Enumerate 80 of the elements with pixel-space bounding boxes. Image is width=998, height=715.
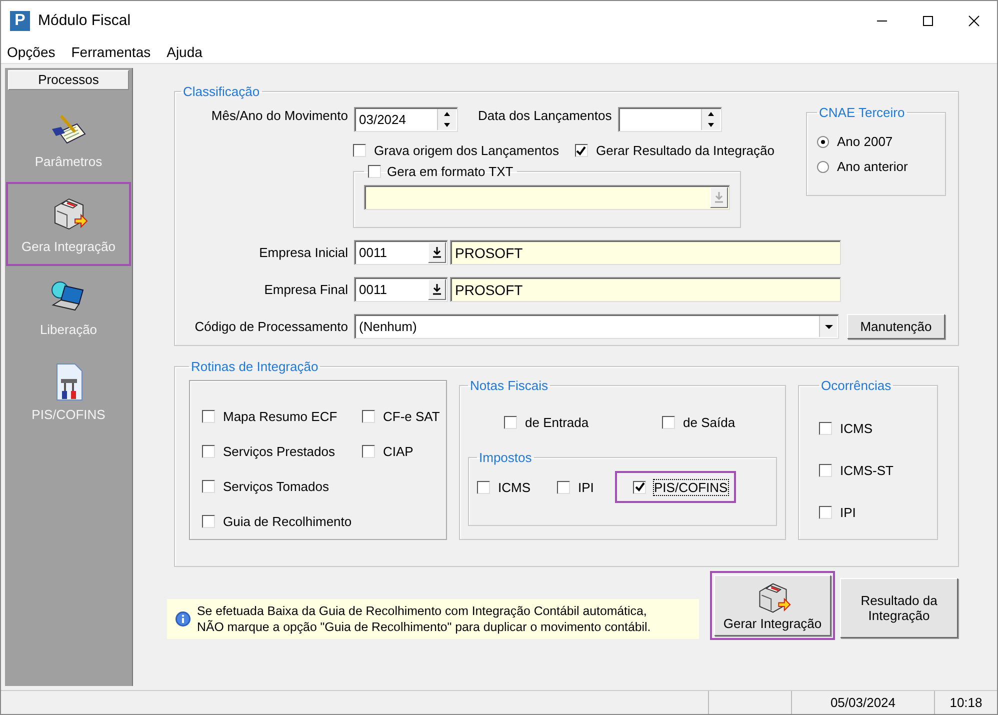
checkbox[interactable] — [368, 165, 381, 178]
checkbox[interactable] — [574, 144, 588, 157]
checkbox[interactable] — [819, 422, 832, 434]
group-title: Ocorrências — [820, 378, 892, 393]
checkbox-label: Gera em formato TXT — [387, 164, 514, 179]
generate-integration-button[interactable]: Gerar Integração — [714, 575, 831, 636]
integration-result-button[interactable]: Resultado da Integração — [840, 578, 958, 638]
checkbox[interactable] — [362, 445, 375, 458]
info-icon — [175, 610, 191, 626]
spin-up-icon[interactable] — [708, 112, 714, 116]
checkbox-label: ICMS-ST — [840, 462, 894, 478]
checkbox[interactable] — [477, 480, 490, 494]
checkbox-label: ICMS — [840, 420, 872, 436]
processing-code-dropdown[interactable]: (Nenhum) — [354, 314, 839, 339]
company-code-field[interactable]: 0011 — [354, 277, 448, 302]
window-title: Módulo Fiscal — [38, 12, 131, 29]
spin-up-icon[interactable] — [444, 112, 450, 116]
checkbox[interactable] — [819, 506, 832, 518]
checkbox-label: Serviços Prestados — [223, 444, 335, 459]
checkbox-label: de Saída — [683, 415, 736, 430]
checkbox-label: Serviços Tomados — [223, 479, 329, 494]
checkbox[interactable] — [353, 144, 366, 157]
checkbox[interactable] — [202, 445, 215, 458]
menu-item[interactable]: Ferramentas — [71, 44, 151, 60]
company-name-field: PROSOFT — [450, 240, 841, 265]
sidebar-header: Processos — [8, 70, 129, 90]
checkbox[interactable] — [819, 464, 832, 476]
checkbox-label: Guia de Recolhimento — [223, 514, 352, 529]
checkbox-label: CF-e SAT — [383, 409, 440, 424]
checkbox-label: de Entrada — [525, 415, 589, 430]
checkbox[interactable] — [504, 416, 517, 429]
checkbox-label: Gerar Resultado da Integração — [596, 143, 774, 158]
checkbox-label: Mapa Resumo ECF — [223, 409, 338, 424]
maximize-icon[interactable] — [922, 14, 934, 26]
maintenance-button[interactable]: Manutenção — [847, 314, 945, 339]
group-title: CNAE Terceiro — [818, 105, 906, 120]
dropdown-arrow-icon — [824, 324, 832, 328]
checkbox-label: CIAP — [383, 444, 414, 459]
field-label: Empresa Final — [263, 282, 348, 297]
radio-button[interactable] — [817, 160, 829, 172]
company-name-field: PROSOFT — [450, 277, 841, 302]
checkbox[interactable] — [557, 480, 570, 494]
status-date: 05/03/2024 — [791, 691, 934, 714]
radio-label: Ano anterior — [837, 159, 908, 174]
close-icon[interactable] — [968, 14, 980, 26]
radio-button[interactable] — [817, 136, 829, 148]
checkbox[interactable] — [662, 416, 675, 429]
status-time: 10:18 — [934, 691, 997, 714]
checkbox[interactable] — [202, 410, 215, 423]
field-label: Data dos Lançamentos — [478, 108, 612, 123]
radio-label: Ano 2007 — [837, 134, 893, 149]
date-field[interactable] — [618, 107, 722, 132]
field-label: Empresa Inicial — [258, 245, 348, 260]
checkbox[interactable] — [202, 515, 215, 528]
app-logo: P — [10, 10, 30, 30]
checkbox-label: Grava origem dos Lançamentos — [374, 143, 559, 158]
group-title: Rotinas de Integração — [190, 359, 320, 374]
checkbox[interactable] — [362, 410, 375, 423]
download-icon[interactable] — [710, 187, 728, 208]
checkbox-label: IPI — [578, 480, 594, 494]
checkbox-label: ICMS — [498, 480, 530, 494]
checkbox[interactable] — [633, 480, 646, 494]
company-code-field[interactable]: 0011 — [354, 240, 448, 265]
checkbox[interactable] — [202, 480, 215, 493]
lookup-icon[interactable] — [428, 242, 446, 263]
group-title: Classificação — [182, 84, 261, 99]
info-text: Se efetuada Baixa da Guia de Recolhimento com Integração Contábil automática, NÃO marque a opção "Guia de Recolhimento" para duplicar o movimento contábil. — [197, 602, 651, 634]
spin-down-icon[interactable] — [444, 122, 450, 127]
menu-item[interactable]: Ajuda — [166, 44, 202, 60]
field-label: Código de Processamento — [194, 319, 348, 334]
lookup-icon[interactable] — [428, 279, 446, 300]
field-label: Mês/Ano do Movimento — [210, 108, 348, 123]
month-year-field[interactable]: 03/2024 — [354, 107, 458, 132]
spin-down-icon[interactable] — [708, 122, 714, 127]
group-title: Impostos — [478, 450, 533, 465]
checkbox-label: IPI — [840, 504, 856, 520]
group-title: Notas Fiscais — [469, 378, 550, 393]
file-field[interactable] — [364, 185, 730, 210]
checkbox-label: PIS/COFINS — [654, 480, 728, 494]
menu-item[interactable]: Opções — [7, 44, 56, 60]
